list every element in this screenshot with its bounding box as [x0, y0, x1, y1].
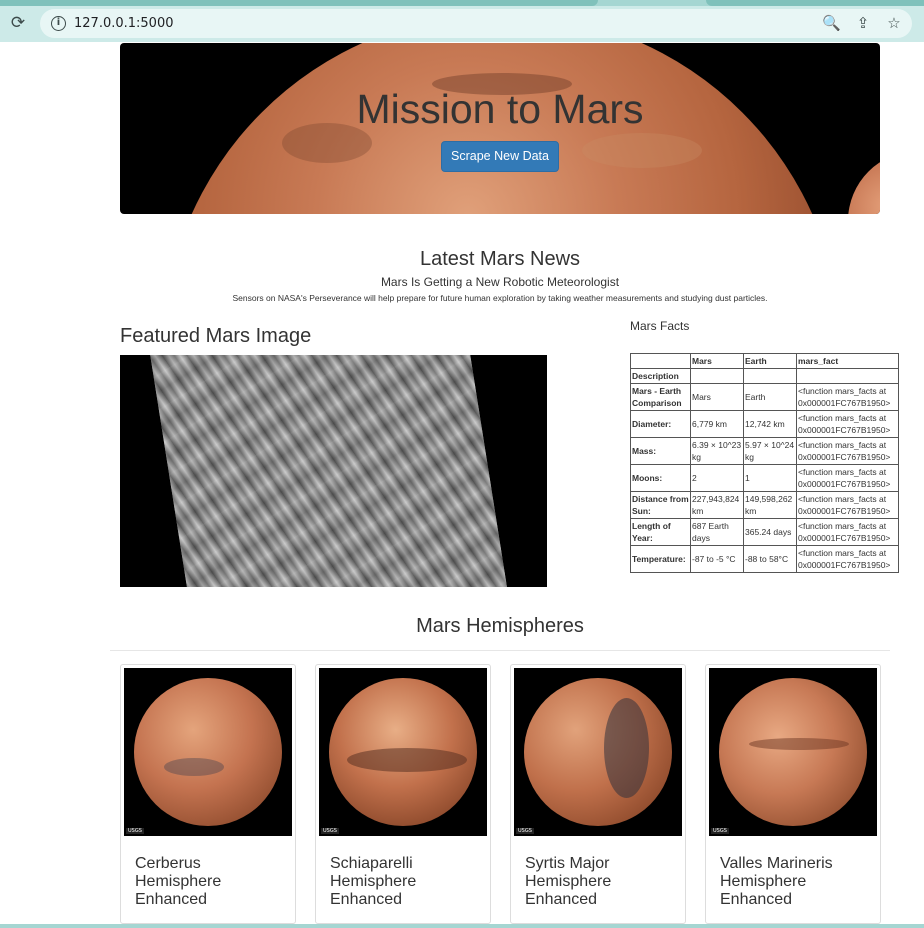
facts-fact-cell: <function mars_facts at 0x000001FC767B19… [796, 464, 899, 492]
facts-empty-cell [690, 368, 744, 384]
facts-header-cell: mars_fact [796, 353, 899, 369]
tab-left[interactable] [0, 0, 598, 6]
window-bottom-border [0, 924, 924, 928]
facts-earth-cell: -88 to 58°C [743, 545, 797, 573]
facts-fact-cell: <function mars_facts at 0x000001FC767B19… [796, 491, 899, 519]
browser-toolbar: ⟳ i 127.0.0.1:5000 🔍 ⇪ ☆ [0, 0, 924, 42]
planet-feature [582, 133, 702, 168]
table-row: Mars - Earth Comparison Mars Earth <func… [630, 383, 899, 411]
usgs-logo: USGS [711, 828, 729, 834]
mars-globe-image [134, 678, 282, 826]
facts-index-row: Description [630, 368, 899, 384]
dune-shading [148, 355, 512, 587]
hemisphere-card[interactable]: USGS Cerberus Hemisphere Enhanced [120, 664, 296, 924]
facts-fact-cell: <function mars_facts at 0x000001FC767B19… [796, 410, 899, 438]
hemisphere-label: Syrtis Major Hemisphere Enhanced [525, 855, 612, 908]
facts-mars-cell: 227,943,824 km [690, 491, 744, 519]
facts-empty-cell [743, 368, 797, 384]
globe-feature [749, 738, 849, 750]
mars-globe-image [329, 678, 477, 826]
scrape-new-data-button[interactable]: Scrape New Data [441, 141, 559, 172]
facts-mars-cell: 2 [690, 464, 744, 492]
facts-row-label: Moons: [630, 464, 691, 492]
facts-mars-cell: -87 to -5 °C [690, 545, 744, 573]
facts-fact-cell: <function mars_facts at 0x000001FC767B19… [796, 383, 899, 411]
page-title: Mission to Mars [356, 86, 644, 132]
zoom-icon[interactable]: 🔍 [822, 14, 841, 32]
section-divider [110, 650, 890, 651]
facts-earth-cell: 149,598,262 km [743, 491, 797, 519]
facts-mars-cell: Mars [690, 383, 744, 411]
facts-row-label: Mars - Earth Comparison [630, 383, 691, 411]
usgs-logo: USGS [126, 828, 144, 834]
hemisphere-thumbnail[interactable]: USGS [319, 668, 487, 836]
hemisphere-card[interactable]: USGS Valles Marineris Hemisphere Enhance… [705, 664, 881, 924]
facts-index-header: Description [630, 368, 691, 384]
bookmark-star-icon[interactable]: ☆ [885, 14, 903, 32]
featured-image-title: Featured Mars Image [120, 325, 312, 347]
facts-header-cell: Earth [743, 353, 797, 369]
hemisphere-thumbnail[interactable]: USGS [514, 668, 682, 836]
hemisphere-label: Schiaparelli Hemisphere Enhanced [330, 855, 417, 908]
table-row: Mass: 6.39 × 10^23 kg 5.97 × 10^24 kg <f… [630, 437, 899, 465]
hemisphere-card[interactable]: USGS Schiaparelli Hemisphere Enhanced [315, 664, 491, 924]
table-row: Temperature: -87 to -5 °C -88 to 58°C <f… [630, 545, 899, 573]
facts-earth-cell: 365.24 days [743, 518, 797, 546]
globe-feature [164, 758, 224, 776]
mars-globe-image [719, 678, 867, 826]
usgs-logo: USGS [516, 828, 534, 834]
hemisphere-thumbnail[interactable]: USGS [124, 668, 292, 836]
globe-feature [347, 748, 467, 772]
news-section-title: Latest Mars News [419, 248, 581, 270]
table-row: Length of Year: 687 Earth days 365.24 da… [630, 518, 899, 546]
news-teaser: Sensors on NASA's Perseverance will help… [232, 293, 768, 303]
share-icon[interactable]: ⇪ [854, 14, 872, 32]
site-info-icon[interactable]: i [51, 16, 66, 31]
facts-mars-cell: 6.39 × 10^23 kg [690, 437, 744, 465]
reload-icon[interactable]: ⟳ [8, 13, 28, 33]
tab-right[interactable] [706, 0, 924, 6]
facts-row-label: Distance from Sun: [630, 491, 691, 519]
facts-row-label: Mass: [630, 437, 691, 465]
globe-feature [604, 698, 649, 798]
facts-fact-cell: <function mars_facts at 0x000001FC767B19… [796, 437, 899, 465]
facts-row-label: Length of Year: [630, 518, 691, 546]
facts-header-cell [630, 353, 691, 369]
facts-row-label: Diameter: [630, 410, 691, 438]
hemisphere-card[interactable]: USGS Syrtis Major Hemisphere Enhanced [510, 664, 686, 924]
hemisphere-label: Cerberus Hemisphere Enhanced [135, 855, 222, 908]
table-row: Moons: 2 1 <function mars_facts at 0x000… [630, 464, 899, 492]
table-row: Distance from Sun: 227,943,824 km 149,59… [630, 491, 899, 519]
hemisphere-label: Valles Marineris Hemisphere Enhanced [720, 855, 833, 908]
url-text[interactable]: 127.0.0.1:5000 [74, 16, 174, 31]
facts-fact-cell: <function mars_facts at 0x000001FC767B19… [796, 545, 899, 573]
facts-row-label: Temperature: [630, 545, 691, 573]
facts-title: Mars Facts [630, 319, 690, 333]
featured-mars-image [120, 355, 547, 587]
facts-mars-cell: 6,779 km [690, 410, 744, 438]
facts-earth-cell: 5.97 × 10^24 kg [743, 437, 797, 465]
address-bar[interactable]: i 127.0.0.1:5000 🔍 ⇪ ☆ [40, 9, 912, 38]
facts-earth-cell: 12,742 km [743, 410, 797, 438]
facts-header-row: Mars Earth mars_fact [630, 353, 899, 369]
facts-empty-cell [796, 368, 899, 384]
mars-globe-image [524, 678, 672, 826]
facts-fact-cell: <function mars_facts at 0x000001FC767B19… [796, 518, 899, 546]
facts-earth-cell: Earth [743, 383, 797, 411]
news-headline: Mars Is Getting a New Robotic Meteorolog… [380, 275, 620, 289]
jumbotron-banner: Mission to Mars Scrape New Data [120, 43, 880, 214]
table-row: Diameter: 6,779 km 12,742 km <function m… [630, 410, 899, 438]
facts-header-cell: Mars [690, 353, 744, 369]
facts-mars-cell: 687 Earth days [690, 518, 744, 546]
facts-table: Mars Earth mars_fact Description Mars - … [630, 353, 899, 573]
hemispheres-title: Mars Hemispheres [416, 615, 584, 637]
hemisphere-thumbnail[interactable]: USGS [709, 668, 877, 836]
facts-earth-cell: 1 [743, 464, 797, 492]
mars-planet-edge-image [848, 151, 880, 214]
usgs-logo: USGS [321, 828, 339, 834]
